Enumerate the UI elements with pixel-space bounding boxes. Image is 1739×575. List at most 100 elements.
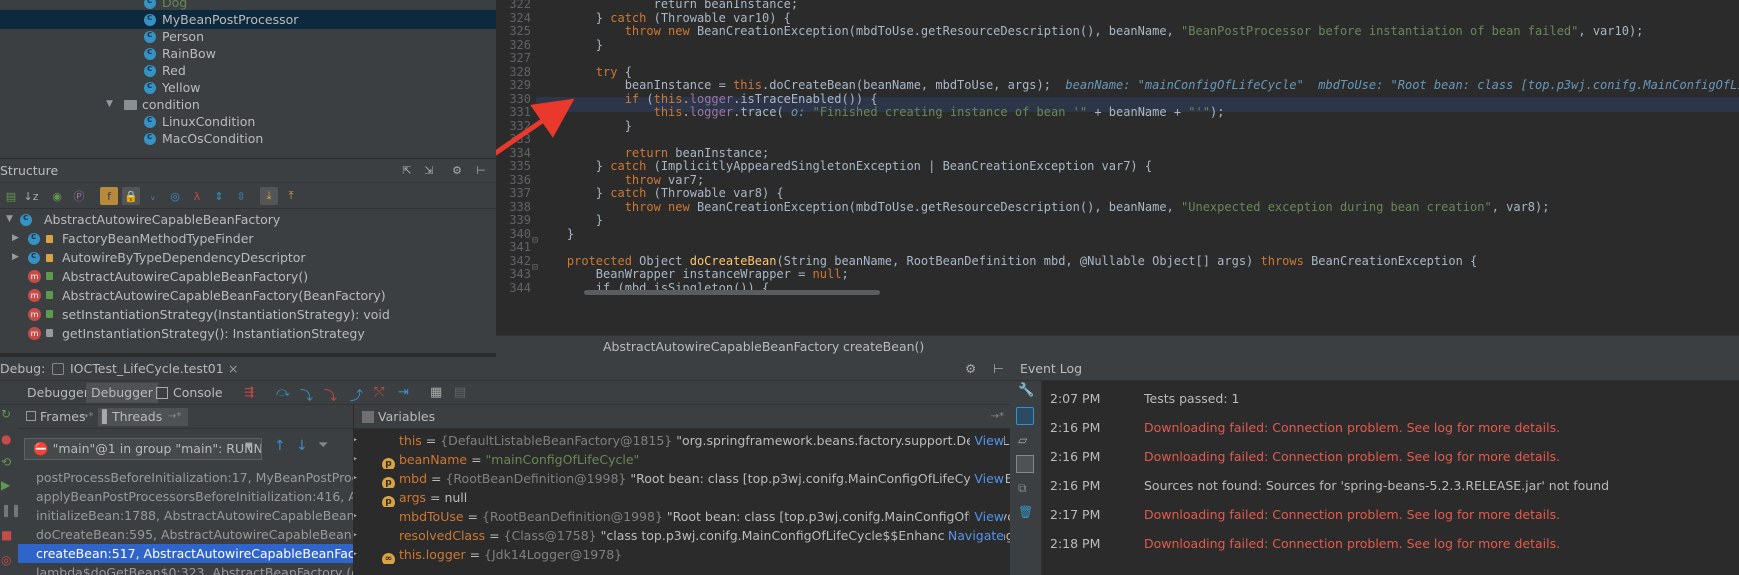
variable-link[interactable]: View <box>970 431 1004 450</box>
previous-frame-icon[interactable]: ↑ <box>274 438 286 454</box>
force-step-into-icon[interactable]: ⤵ <box>324 385 340 404</box>
stack-frame[interactable]: applyBeanPostProcessorsBeforeInitializat… <box>18 487 353 506</box>
stack-frame[interactable]: lambda$doGetBean$0:323, AbstractBeanFact… <box>18 563 353 575</box>
variables-pin-icon[interactable]: →* <box>991 405 1004 429</box>
variable-row[interactable]: ▶ mbdToUse = {RootBeanDefinition@1998} "R… <box>354 507 1010 526</box>
thread-select[interactable]: ⛔"main"@1 in group "main": RUNNING <box>24 438 262 460</box>
show-non-public-icon[interactable]: 🔒 <box>122 187 140 205</box>
variable-link[interactable]: View <box>970 507 1004 526</box>
structure-item[interactable]: m AbstractAutowireCapableBeanFactory(Bean… <box>0 286 496 305</box>
mark-all-read-icon[interactable]: ▱ <box>1018 433 1027 447</box>
structure-item[interactable]: ▶ AutowireByTypeDependencyDescriptor <box>0 247 496 267</box>
collapse-arrow-icon[interactable]: ▶ <box>12 248 19 267</box>
autoscroll-from-source-icon[interactable]: ⤒ <box>282 187 300 205</box>
stack-frame-label: createBean:517, AbstractAutowireCapableB… <box>36 546 354 561</box>
event-text[interactable]: Downloading failed: Connection problem. … <box>1144 420 1560 435</box>
tab-frames[interactable]: Frames <box>40 405 85 429</box>
evaluate-expression-icon[interactable]: ▦ <box>430 385 446 401</box>
expand-arrow-icon[interactable]: ▶ <box>354 507 357 526</box>
tab-debugger-active[interactable]: Debugger <box>86 383 158 403</box>
tree-item[interactable]: MacOsCondition <box>0 128 496 148</box>
step-over-icon[interactable]: ⤼ <box>276 385 292 401</box>
variable-row[interactable]: ▶ ∞ this.logger = {Jdk14Logger@1978} <box>354 545 1010 564</box>
hide-panel-icon[interactable]: ⊢ <box>472 162 490 180</box>
expand-arrow-icon[interactable]: ▶ <box>354 431 357 450</box>
resume-icon[interactable]: ▶ <box>1 478 10 492</box>
debug-session-tab[interactable]: IOCTest_LifeCycle.test01 <box>70 357 224 381</box>
expand-icon[interactable]: ⇕ <box>210 187 228 205</box>
expand-arrow-icon[interactable]: ▶ <box>354 526 357 545</box>
show-properties-icon[interactable]: Ⓟ <box>70 187 88 205</box>
threads-pin-icon[interactable]: →* <box>168 405 181 429</box>
structure-item[interactable]: m getInstantiationStrategy(): Instantiati… <box>0 324 496 343</box>
stop-icon[interactable]: ■ <box>1 528 12 542</box>
tab-console[interactable]: Console <box>168 383 228 403</box>
tab-threads[interactable]: Threads <box>112 405 162 429</box>
collapse-arrow-icon[interactable]: ▶ <box>12 229 19 248</box>
sort-alphabetically-icon[interactable]: ↓z <box>22 187 40 205</box>
variable-row[interactable]: ▶ this = {DefaultListableBeanFactory@1815… <box>354 431 1010 450</box>
collapse-icon[interactable]: ⇳ <box>232 187 250 205</box>
expand-arrow-icon[interactable]: ▶ <box>354 469 357 488</box>
expand-all-icon[interactable]: ⇱ <box>398 162 416 180</box>
show-execution-point-icon[interactable]: ⇶ <box>244 385 260 401</box>
trace-icon[interactable]: ▤ <box>454 385 470 401</box>
stack-frame[interactable]: createBean:517, AbstractAutowireCapableB… <box>18 544 354 563</box>
debug-header: Debug: IOCTest_LifeCycle.test01 × ⚙ ⊢ <box>0 357 1010 381</box>
debug-hide-icon[interactable]: ⊢ <box>993 357 1004 381</box>
structure-item[interactable]: m AbstractAutowireCapableBeanFactory() <box>0 267 496 286</box>
frames-pin-icon[interactable]: →* <box>80 405 93 429</box>
scroll-to-end-icon[interactable] <box>1016 455 1034 473</box>
method-icon: m <box>28 308 41 321</box>
stack-frame[interactable]: doCreateBean:595, AbstractAutowireCapabl… <box>18 525 353 544</box>
expand-arrow-icon[interactable]: ▶ <box>354 450 357 469</box>
variable-row[interactable]: ▶resolvedClass = {Class@1758} "class top… <box>354 526 1010 545</box>
tab-debugger[interactable]: Debugger <box>22 383 94 403</box>
filter-icon[interactable]: ⏷ <box>318 438 328 453</box>
trash-icon[interactable]: 🗑 <box>1018 505 1033 519</box>
debug-gear-icon[interactable]: ⚙ <box>965 357 976 381</box>
drop-frame-icon[interactable]: ⤲ <box>374 385 390 401</box>
structure-item[interactable]: m setInstantiationStrategy(InstantiationS… <box>0 305 496 324</box>
autoscroll-to-source-icon[interactable]: ⤓ <box>260 187 278 205</box>
variable-row[interactable]: p args = null <box>354 488 1010 507</box>
next-frame-icon[interactable]: ↓ <box>296 438 308 454</box>
variable-link[interactable]: View <box>970 469 1004 488</box>
expand-arrow-icon[interactable]: ▶ <box>354 545 357 564</box>
sort-by-visibility-icon[interactable]: ▤ <box>2 187 20 205</box>
show-fields-icon[interactable]: f <box>100 187 118 205</box>
breadcrumb-method[interactable]: createBean() <box>843 336 924 358</box>
show-lambdas-icon[interactable]: ᵥ <box>144 187 162 205</box>
show-inherited-icon[interactable]: ◉ <box>48 187 66 205</box>
mute-breakpoints-icon[interactable]: ◎ <box>1 553 11 567</box>
restore-layout-icon[interactable]: ⟲ <box>1 455 11 469</box>
step-out-icon[interactable]: ⤴ <box>350 385 366 404</box>
close-session-icon[interactable]: × <box>228 357 238 381</box>
step-into-icon[interactable]: ⤵ <box>300 385 316 404</box>
event-text[interactable]: Downloading failed: Connection problem. … <box>1144 536 1560 551</box>
lambda-icon[interactable]: λ <box>188 187 206 205</box>
collapse-all-icon[interactable]: ⇲ <box>420 162 438 180</box>
settings-wrench-icon[interactable]: 🔧 <box>1018 383 1034 398</box>
variable-row[interactable]: ▶ p beanName = "mainConfigOfLifeCycle" <box>354 450 1010 469</box>
gear-icon[interactable]: ⚙ <box>448 162 466 180</box>
stack-frame[interactable]: initializeBean:1788, AbstractAutowireCap… <box>18 506 353 525</box>
dropdown-chevron-icon[interactable]: ▼ <box>245 441 253 452</box>
breadcrumb-class[interactable]: AbstractAutowireCapableBeanFactory <box>603 336 839 358</box>
event-text[interactable]: Downloading failed: Connection problem. … <box>1144 507 1560 522</box>
variable-row[interactable]: ▶ pmbd = {RootBeanDefinition@1998} "Root … <box>354 469 1010 488</box>
event-log-icon[interactable] <box>1016 407 1034 425</box>
anonymous-classes-icon[interactable]: ◎ <box>166 187 184 205</box>
copy-icon[interactable]: ⧉ <box>1018 481 1027 496</box>
structure-item[interactable]: ▶ FactoryBeanMethodTypeFinder <box>0 228 496 248</box>
run-to-cursor-icon[interactable]: ⇥ <box>398 385 414 401</box>
structure-root[interactable]: ▼ AbstractAutowireCapableBeanFactory <box>0 209 496 229</box>
stack-frame[interactable]: postProcessBeforeInitialization:17, MyBe… <box>18 468 353 487</box>
code-editor[interactable]: 3223243253263273283293303313323333343353… <box>496 0 1739 353</box>
variables-title: Variables <box>378 409 436 424</box>
expand-arrow-icon[interactable]: ▼ <box>6 210 13 229</box>
rerun-icon[interactable]: ↻ <box>1 407 11 421</box>
event-text[interactable]: Downloading failed: Connection problem. … <box>1144 449 1560 464</box>
variable-link[interactable]: Navigate <box>943 526 1004 545</box>
view-breakpoints-icon[interactable]: ● <box>1 432 11 446</box>
